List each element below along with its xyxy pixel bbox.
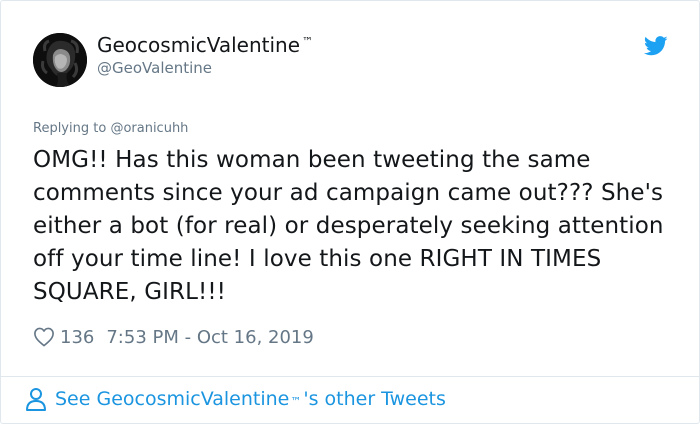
author-display-name[interactable]: GeocosmicValentine ™ (97, 33, 313, 57)
reply-context: Replying to @oranicuhh (33, 121, 188, 136)
footer-link-suffix: 's other Tweets (303, 388, 446, 410)
reply-handle-link[interactable]: @oranicuhh (110, 121, 188, 136)
footer-link-prefix: See GeocosmicValentine (55, 388, 290, 410)
tweet-text: OMG!! Has this woman been tweeting the s… (33, 147, 664, 305)
author-name-text: GeocosmicValentine (97, 33, 301, 57)
author-handle[interactable]: @GeoValentine (97, 59, 212, 77)
person-icon (26, 388, 46, 411)
reply-prefix: Replying to (33, 121, 107, 136)
avatar[interactable] (33, 33, 87, 87)
twitter-bird-icon[interactable] (644, 36, 668, 56)
see-other-tweets-link[interactable]: See GeocosmicValentine ™'s other Tweets (25, 387, 446, 411)
avatar-image (33, 33, 87, 87)
tweet-timestamp[interactable]: 7:53 PM - Oct 16, 2019 (106, 327, 313, 348)
tweet-meta: 136 7:53 PM - Oct 16, 2019 (33, 323, 314, 351)
tweet-card: GeocosmicValentine ™ @GeoValentine Replyi… (0, 0, 700, 424)
heart-icon[interactable] (33, 327, 55, 347)
footer-trademark: ™ (290, 394, 302, 408)
author-trademark: ™ (302, 35, 314, 48)
like-count[interactable]: 136 (60, 327, 94, 348)
footer-divider (1, 376, 699, 377)
